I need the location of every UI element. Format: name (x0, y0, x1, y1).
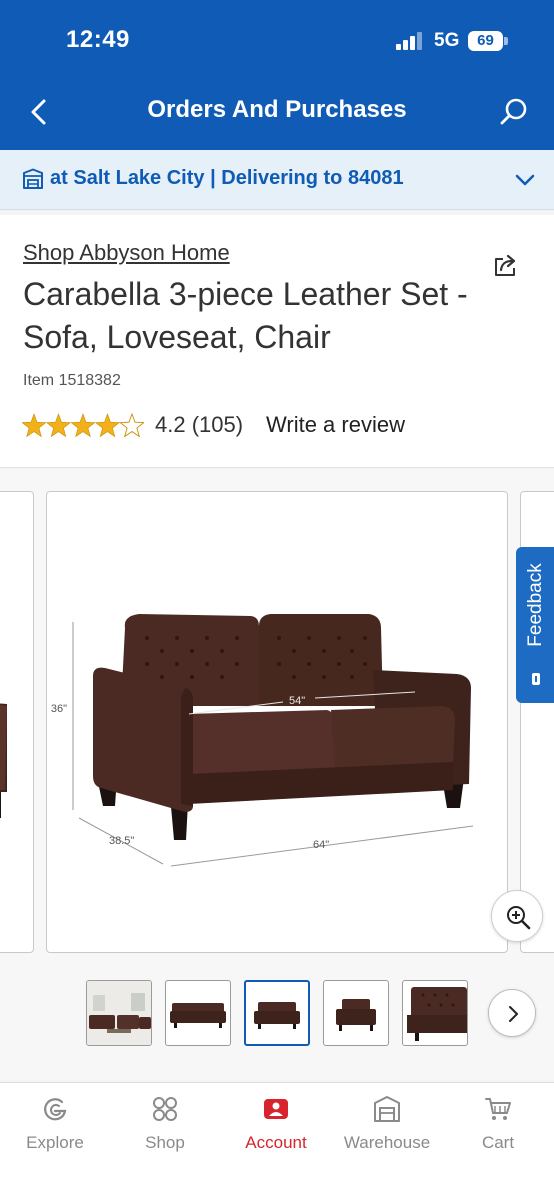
height-dim-label: 36" (51, 703, 67, 715)
product-info-card: Shop Abbyson Home Carabella 3-piece Leat… (0, 215, 554, 468)
location-text[interactable]: at Salt Lake City | Delivering to 84081 (50, 167, 404, 190)
app-header: 12:49 5G 69 Orders And Purchases (0, 0, 554, 150)
thumbnail-3-active[interactable] (244, 980, 310, 1046)
depth-dim-label: 38.5" (109, 835, 134, 847)
thumbnail-sofa-image (170, 1003, 226, 1028)
store-name: Salt Lake City (73, 167, 205, 189)
product-name: Carabella 3-piece Leather Set - Sofa, Lo… (23, 276, 468, 355)
share-icon[interactable] (492, 251, 520, 279)
thumbnail-chair-image (336, 999, 376, 1031)
gallery-slide-main[interactable]: 36" 38.5" 64" 54" (46, 491, 508, 953)
loveseat-product-image: 36" 38.5" 64" 54" (51, 614, 474, 867)
tab-cart-label: Cart (481, 1133, 515, 1152)
cart-icon (485, 1098, 511, 1120)
write-review-link[interactable]: Write a review (266, 412, 405, 438)
tab-explore[interactable]: Explore (0, 1083, 110, 1163)
rating-count[interactable]: 4.2 (105) (155, 412, 243, 438)
shop-grid-icon (153, 1097, 177, 1121)
nav-bar: Orders And Purchases (0, 80, 554, 144)
thumbnail-closeup-image (407, 987, 467, 1041)
tab-explore-label: Explore (26, 1133, 84, 1152)
feedback-label: Feedback (525, 563, 546, 647)
tab-shop[interactable]: Shop (110, 1083, 220, 1163)
tab-account[interactable]: Account (221, 1083, 331, 1163)
tab-shop-label: Shop (145, 1133, 185, 1152)
chevron-down-icon[interactable] (512, 167, 538, 193)
explore-icon (44, 1098, 67, 1121)
feedback-icon (532, 673, 540, 685)
battery-level: 69 (468, 31, 503, 51)
location-bar[interactable]: at Salt Lake City | Delivering to 84081 (0, 150, 554, 210)
thumbnail-1[interactable] (86, 980, 152, 1046)
battery-cap (504, 37, 508, 45)
delivery-zip: 84081 (347, 167, 404, 189)
search-icon[interactable] (496, 94, 532, 130)
gallery-slide-previous[interactable] (0, 491, 34, 953)
width-dim-label: 64" (313, 839, 329, 851)
thumbnail-4[interactable] (323, 980, 389, 1046)
sofa-partial-image (0, 703, 7, 818)
chevron-right-icon (509, 1006, 518, 1022)
warehouse-icon (374, 1096, 400, 1122)
star-rating-icon[interactable] (22, 412, 144, 438)
zoom-button[interactable] (491, 890, 543, 942)
network-type: 5G (434, 30, 460, 51)
tab-warehouse-label: Warehouse (343, 1133, 431, 1152)
location-prefix: at (50, 167, 68, 189)
tab-cart[interactable]: Cart (443, 1083, 553, 1163)
thumbnail-5[interactable] (402, 980, 468, 1046)
item-number: Item 1518382 (23, 372, 121, 389)
seat-dim-label: 54" (289, 695, 305, 707)
bottom-tab-bar: Explore Shop Account Warehouse Cart (0, 1082, 554, 1200)
page-title: Orders And Purchases (147, 96, 407, 123)
tab-account-label: Account (245, 1133, 307, 1152)
battery-icon: 69 (468, 31, 508, 51)
thumbnail-loveseat-image (254, 1002, 300, 1029)
feedback-tab[interactable]: Feedback (516, 547, 554, 703)
tab-warehouse[interactable]: Warehouse (332, 1083, 442, 1163)
thumbnails-next-button[interactable] (488, 989, 536, 1037)
brand-link[interactable]: Shop Abbyson Home (23, 240, 230, 266)
signal-icon (396, 32, 422, 50)
status-bar: 12:49 5G 69 (0, 0, 554, 80)
account-icon (264, 1099, 288, 1119)
warehouse-store-icon (23, 168, 43, 189)
thumbnail-2[interactable] (165, 980, 231, 1046)
location-separator: | (210, 167, 216, 189)
zoom-in-icon (507, 906, 531, 930)
thumbnail-room-image (87, 981, 151, 1045)
status-time: 12:49 (66, 26, 130, 53)
delivery-label: Delivering to (221, 167, 343, 189)
